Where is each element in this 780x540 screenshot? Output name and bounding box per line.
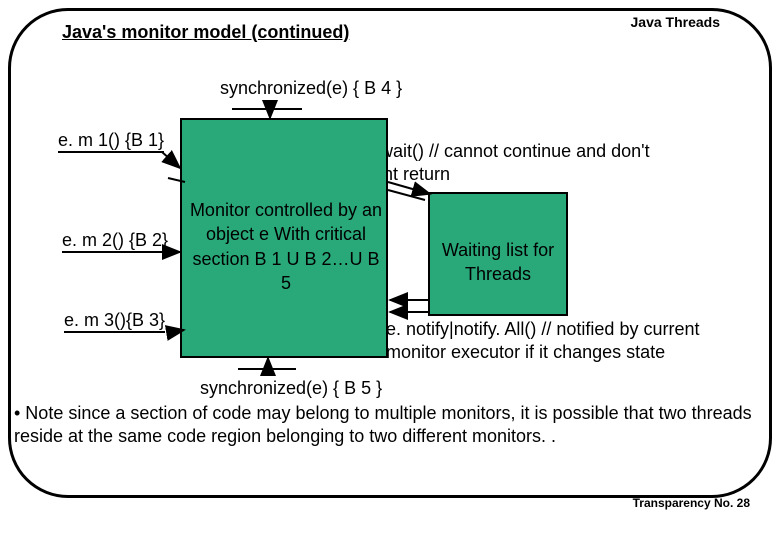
wait-annotation: e. wait() // cannot continue and don't w…	[360, 140, 680, 185]
sync-block-bottom: synchronized(e) { B 5 }	[200, 378, 382, 399]
transparency-number: Transparency No. 28	[633, 496, 750, 510]
wait-list-label: Waiting list for Threads	[440, 238, 556, 287]
course-header: Java Threads	[631, 14, 721, 30]
caller-m1: e. m 1() {B 1}	[58, 130, 164, 153]
footnote: • Note since a section of code may belon…	[14, 402, 760, 447]
sync-block-top: synchronized(e) { B 4 }	[220, 78, 402, 99]
caller-m2: e. m 2() {B 2}	[62, 230, 168, 253]
monitor-label: Monitor controlled by an object e With c…	[188, 198, 384, 295]
underline-top	[232, 108, 302, 110]
slide-title: Java's monitor model (continued)	[62, 22, 349, 43]
notify-annotation: e. notify|notify. All() // notified by c…	[386, 318, 706, 363]
underline-bottom	[238, 368, 296, 370]
caller-m3: e. m 3(){B 3}	[64, 310, 165, 333]
